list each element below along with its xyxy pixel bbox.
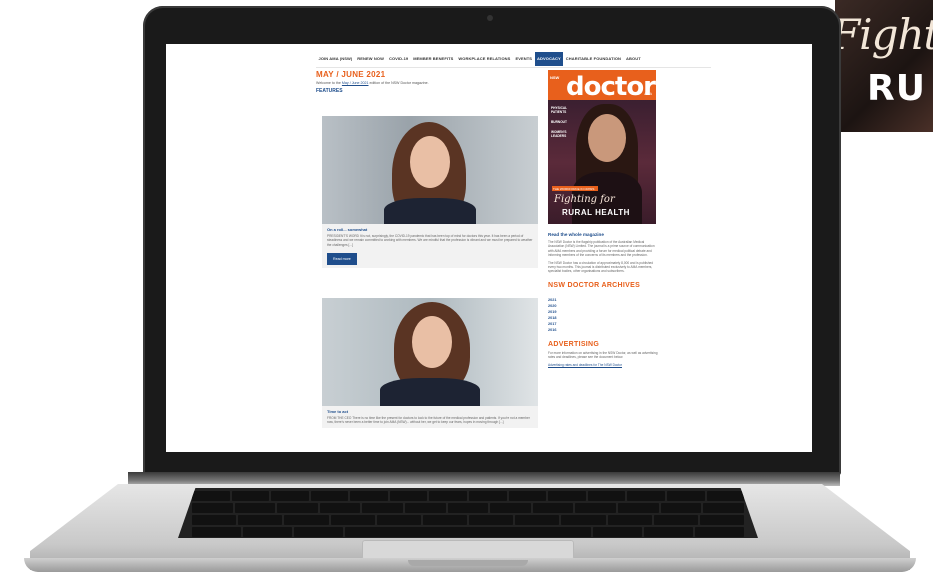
welcome-text: Welcome to the May / June 2021 edition o…	[316, 81, 546, 85]
cover-headline-bold: RURAL HEALTH	[562, 208, 630, 217]
background-magazine: Fightin RU	[835, 0, 933, 132]
webcam	[487, 15, 493, 21]
main-nav: JOIN AMA (NSW) RENEW NOW COVID-19 MEMBER…	[316, 52, 656, 66]
cover-nsw: NSW	[550, 75, 560, 80]
archive-year-link[interactable]: 2016	[548, 327, 658, 333]
laptop-hinge	[128, 472, 840, 486]
feature-caption: Time to act FROM THE CEO There is no tim…	[322, 406, 538, 428]
nav-item-about[interactable]: ABOUT	[624, 52, 644, 66]
feature-title[interactable]: Time to act	[327, 409, 533, 414]
cover-blurb: BURNOUT	[551, 120, 567, 124]
nav-item-member-benefits[interactable]: MEMBER BENEFITS	[411, 52, 456, 66]
laptop-keyboard	[178, 488, 758, 538]
advertising-heading: ADVERTISING	[548, 340, 600, 348]
read-paragraph-1: The NSW Doctor is the flagship publicati…	[548, 240, 655, 258]
welcome-suffix: edition of the NSW Doctor magazine.	[369, 81, 429, 85]
issue-title: MAY / JUNE 2021	[316, 70, 386, 79]
stage: Fightin RU JOIN AMA (NSW) RENEW NOW COVI…	[0, 0, 933, 586]
feature-photo[interactable]	[322, 298, 538, 406]
nav-divider	[316, 67, 711, 68]
nav-item-advocacy[interactable]: ADVOCACY	[534, 52, 564, 66]
feature-title[interactable]: On a roll... somewhat	[327, 227, 533, 232]
feature-card[interactable]: Time to act FROM THE CEO There is no tim…	[322, 298, 538, 428]
laptop-trackpad	[362, 540, 574, 560]
laptop-lid: JOIN AMA (NSW) RENEW NOW COVID-19 MEMBER…	[143, 6, 841, 476]
cover-blurb: PHYSICAL PATIENTS	[551, 106, 568, 114]
nav-item-charitable-foundation[interactable]: CHARITABLE FOUNDATION	[563, 52, 623, 66]
archive-years: 2021 2020 2019 2018 2017 2016	[548, 297, 658, 333]
archives-heading: NSW DOCTOR ARCHIVES	[548, 281, 641, 289]
magazine-cover[interactable]: NSW doctor AMA PHYSICAL PATIENTS BURNOUT…	[548, 70, 656, 224]
background-magazine-bold: RU	[867, 68, 926, 109]
feature-excerpt: FROM THE CEO There is no time like the p…	[327, 416, 530, 425]
sidebar: NSW doctor AMA PHYSICAL PATIENTS BURNOUT…	[548, 70, 658, 367]
nav-item-join[interactable]: JOIN AMA (NSW)	[316, 52, 355, 66]
feature-card[interactable]: On a roll... somewhat PRESIDENT'S WORD I…	[322, 116, 538, 269]
features-heading: FEATURES	[316, 88, 343, 94]
feature-caption: On a roll... somewhat PRESIDENT'S WORD I…	[322, 224, 538, 268]
nav-item-workplace-relations[interactable]: WORKPLACE RELATIONS	[456, 52, 513, 66]
feature-photo[interactable]	[322, 116, 538, 224]
feature-excerpt: PRESIDENT'S WORD It is not, surprisingly…	[327, 234, 533, 247]
advertising-text: For more information on advertising in t…	[548, 350, 658, 360]
read-magazine-link[interactable]: Read the whole magazine	[548, 232, 658, 237]
cover-brand: AMA	[644, 92, 652, 96]
cover-blurb: WOMEN'S LEADERS	[551, 130, 567, 138]
laptop-screen: JOIN AMA (NSW) RENEW NOW COVID-19 MEMBER…	[166, 44, 812, 452]
welcome-prefix: Welcome to the	[316, 81, 341, 85]
cover-strip: THE WORKFORCE IN CRISIS	[553, 186, 595, 191]
background-magazine-script: Fightin	[835, 10, 933, 59]
edition-link[interactable]: May / June 2021	[342, 81, 369, 85]
read-paragraph-2: The NSW Doctor has a circulation of appr…	[548, 260, 654, 274]
cover-headline-script: Fighting for	[554, 194, 615, 205]
laptop-notch	[408, 560, 528, 566]
read-more-button[interactable]: Read more	[327, 253, 357, 266]
advertising-rates-link[interactable]: Advertising rates and deadlines for The …	[548, 363, 658, 367]
cover-masthead: doctor	[566, 72, 656, 102]
nav-item-renew[interactable]: RENEW NOW	[355, 52, 387, 66]
nav-item-covid[interactable]: COVID-19	[386, 52, 410, 66]
nav-item-events[interactable]: EVENTS	[513, 52, 535, 66]
main-column: MAY / JUNE 2021 Welcome to the May / Jun…	[316, 70, 546, 428]
